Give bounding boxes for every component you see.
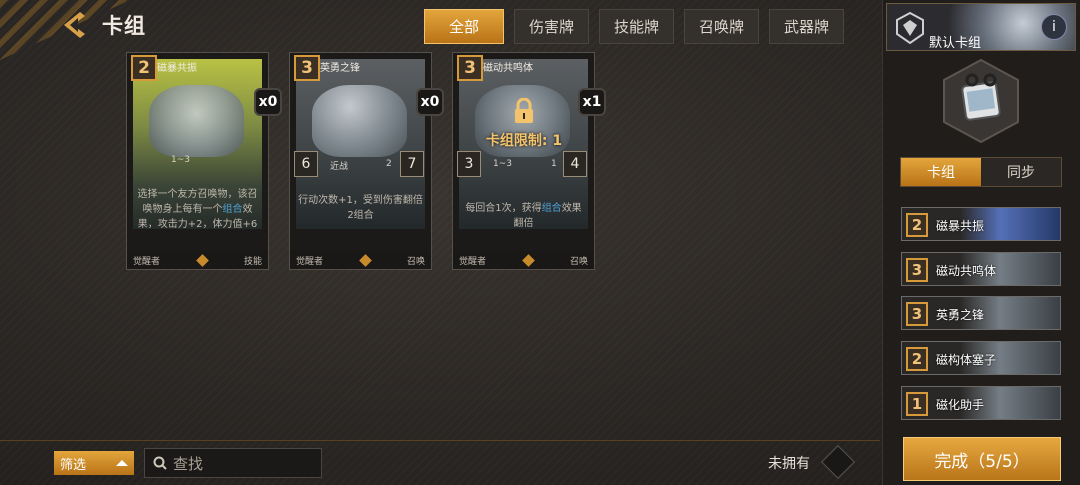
card-type-label: 技能 — [243, 256, 262, 267]
done-button[interactable]: 完成（5/5） — [903, 437, 1061, 481]
card-cost: 2 — [131, 55, 157, 81]
tab-deck[interactable]: 卡组 — [901, 158, 981, 186]
deck-item-cost: 3 — [906, 302, 928, 326]
card-description: 选择一个友方召唤物，该召唤物身上每有一个组合效果，攻击力+2，体力值+6 — [137, 189, 258, 230]
deck-limit-overlay: 卡组限制: 1 — [455, 97, 593, 150]
attack-value: 3 — [457, 151, 481, 177]
attack-value: 6 — [294, 151, 318, 177]
tab-skill[interactable]: 技能牌 — [599, 9, 675, 44]
deck-list-item[interactable]: 2 磁构体塞子 — [901, 341, 1061, 375]
lock-icon — [515, 97, 533, 123]
card-footer: 觉醒者 召唤 — [290, 251, 431, 269]
card-description: 每回合1次，获得组合效果翻倍 — [465, 203, 582, 229]
deck-item-cost: 3 — [906, 258, 928, 282]
card-number: 1 — [551, 159, 557, 169]
deck-item-name: 磁化助手 — [936, 398, 985, 412]
deck-item-name: 磁暴共振 — [936, 219, 985, 233]
card-description: 行动次数+1，受到伤害翻倍 2组合 — [298, 195, 423, 221]
deck-shield-icon — [896, 12, 924, 44]
diamond-icon — [521, 253, 535, 267]
card-type-label: 召唤 — [406, 256, 425, 267]
deck-item-cost: 2 — [906, 347, 928, 371]
card-count-badge: x0 — [254, 88, 282, 116]
mech-illustration — [149, 85, 244, 157]
health-value: 4 — [563, 151, 587, 177]
search-icon — [153, 456, 167, 470]
card-item[interactable]: 2 磁暴共振 1~3 选择一个友方召唤物，该召唤物身上每有一个组合效果，攻击力+… — [126, 52, 269, 270]
filter-label: 筛选 — [60, 457, 87, 473]
deck-limit-text: 卡组限制: 1 — [485, 133, 563, 149]
search-input[interactable]: 查找 — [144, 448, 322, 478]
card-number: 2 — [386, 159, 392, 169]
card-cost: 3 — [294, 55, 320, 81]
card-footer: 觉醒者 召唤 — [453, 251, 594, 269]
deck-item-name: 磁动共鸣体 — [936, 264, 997, 278]
caret-up-icon — [116, 460, 128, 466]
filter-dropdown[interactable]: 筛选 — [54, 451, 134, 475]
deck-list-item[interactable]: 2 磁暴共振 — [901, 207, 1061, 241]
search-placeholder: 查找 — [173, 454, 204, 473]
card-class-label: 觉醒者 — [459, 256, 487, 267]
card-range: 1~3 — [493, 159, 512, 169]
diamond-icon — [195, 253, 209, 267]
deck-sync-toggle: 卡组 同步 — [900, 157, 1062, 187]
tab-all[interactable]: 全部 — [424, 9, 504, 44]
diamond-icon — [358, 253, 372, 267]
deck-list-item[interactable]: 3 英勇之锋 — [901, 296, 1061, 330]
deck-item-cost: 1 — [906, 392, 928, 416]
card-name: 英勇之锋 — [320, 63, 360, 74]
page-title: 卡组 — [102, 14, 146, 38]
unowned-label: 未拥有 — [768, 456, 810, 472]
card-footer: 觉醒者 技能 — [127, 251, 268, 269]
health-value: 7 — [400, 151, 424, 177]
card-cost: 3 — [457, 55, 483, 81]
deck-list-item[interactable]: 1 磁化助手 — [901, 386, 1061, 420]
card-item[interactable]: 3 英勇之锋 6 7 近战 2 行动次数+1，受到伤害翻倍 2组合 觉醒者 召唤 — [289, 52, 432, 270]
card-type-tabs: 全部 伤害牌 技能牌 召唤牌 武器牌 — [424, 9, 845, 44]
card-count-badge: x0 — [416, 88, 444, 116]
card-range: 1~3 — [171, 155, 190, 165]
card-name: 磁动共鸣体 — [483, 63, 533, 74]
card-class-label: 觉醒者 — [133, 256, 161, 267]
info-icon[interactable]: i — [1041, 14, 1067, 40]
back-arrow-icon[interactable] — [58, 8, 92, 42]
deck-box-icon — [943, 58, 1019, 144]
deck-item-cost: 2 — [906, 213, 928, 237]
deck-item-name: 磁构体塞子 — [936, 353, 997, 367]
tab-weapon[interactable]: 武器牌 — [769, 9, 845, 44]
card-type-label: 召唤 — [569, 256, 588, 267]
card-name: 磁暴共振 — [157, 63, 197, 74]
deck-item-name: 英勇之锋 — [936, 308, 985, 322]
card-class-label: 觉醒者 — [296, 256, 324, 267]
armor-illustration — [312, 85, 407, 157]
deck-list-item[interactable]: 3 磁动共鸣体 — [901, 252, 1061, 286]
tab-damage[interactable]: 伤害牌 — [514, 9, 590, 44]
card-item[interactable]: 3 磁动共鸣体 3 4 1~3 1 每回合1次，获得组合效果翻倍 觉醒者 召唤 — [452, 52, 595, 270]
deck-header[interactable]: 默认卡组 i — [886, 3, 1076, 51]
tab-summon[interactable]: 召唤牌 — [684, 9, 760, 44]
deck-name: 默认卡组 — [929, 36, 982, 51]
tab-sync[interactable]: 同步 — [981, 158, 1061, 186]
divider — [0, 440, 880, 441]
attack-mode: 近战 — [330, 162, 349, 172]
